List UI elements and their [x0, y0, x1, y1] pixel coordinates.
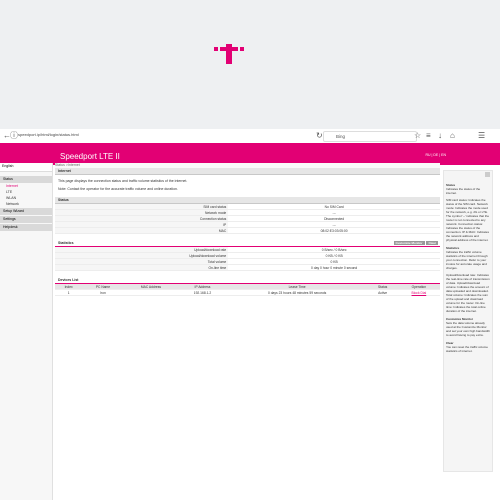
- desktop-background: [0, 0, 500, 129]
- main-content: Internet This page displays the connecti…: [55, 168, 440, 296]
- device-pc-name: Iron: [82, 289, 124, 296]
- address-bar[interactable]: speedport.ip/html/login/status.html: [18, 132, 79, 137]
- device-status: Active: [367, 289, 398, 296]
- language-links[interactable]: RU | DE | EN: [426, 153, 447, 157]
- table-row: MAC 08:02:E3:03:05:00: [55, 227, 440, 234]
- row-label: MAC: [55, 227, 229, 234]
- search-input[interactable]: Bing: [323, 131, 417, 142]
- help-text: Indicates the status of the internet.: [446, 187, 481, 195]
- statistics-section-title: Statistics Customize Monitor Clear: [55, 240, 440, 247]
- help-panel: Status Indicates the status of the inter…: [443, 170, 493, 472]
- sidebar-item-setup-wizard[interactable]: Setup Wizard: [0, 208, 52, 215]
- clear-button[interactable]: Clear: [426, 241, 438, 245]
- sidebar-item-helpdesk[interactable]: Helpdesk: [0, 224, 52, 231]
- help-text: SIM card status: Indicates the status of…: [446, 198, 489, 242]
- help-text: Upload/download rate: Indicates the real…: [446, 273, 490, 313]
- reload-icon[interactable]: ↻: [316, 131, 323, 141]
- table-row: On-line time 0 day 0 hour 0 minute 0 seco…: [55, 264, 440, 271]
- browser-toolbar: ← ⓘ speedport.ip/html/login/status.html …: [0, 129, 500, 144]
- device-mac: [123, 289, 179, 296]
- reading-list-icon[interactable]: ≡: [426, 131, 431, 141]
- sidebar-item-settings[interactable]: Settings: [0, 216, 52, 223]
- statistics-title: Statistics: [58, 241, 74, 245]
- language-select[interactable]: English: [0, 163, 52, 172]
- devices-table: Index PC Name MAC Address IP Address Lea…: [55, 284, 440, 296]
- note-text: Note: Contact the operator for the accur…: [58, 187, 178, 191]
- telekom-logo: [214, 44, 244, 64]
- customize-monitor-button[interactable]: Customize Monitor: [393, 241, 425, 245]
- sidebar-item-status[interactable]: Status: [0, 176, 52, 183]
- devices-section-title: Devices List: [55, 277, 440, 284]
- device-lease: 0 days 23 hours 48 minutes 59 seconds: [226, 289, 368, 296]
- brand-title: Speedport LTE II: [60, 152, 120, 161]
- sidebar-item-network[interactable]: Network: [0, 201, 52, 207]
- device-index: 1: [55, 289, 83, 296]
- site-header: Speedport LTE II RU | DE | EN: [0, 143, 500, 165]
- help-text: Indicates the traffic volume statistics …: [446, 250, 488, 270]
- help-icon[interactable]: [485, 172, 490, 177]
- row-value: 08:02:E3:03:05:00: [228, 227, 440, 234]
- block-dial-link[interactable]: Block Dial: [412, 291, 427, 295]
- home-icon[interactable]: ⌂: [450, 131, 455, 141]
- row-label: On-line time: [55, 264, 229, 271]
- help-text: You can reset the traffic volume statist…: [446, 345, 488, 353]
- menu-icon[interactable]: ☰: [478, 131, 485, 141]
- table-row: 1 Iron 192.168.1.2 0 days 23 hours 48 mi…: [55, 289, 440, 296]
- device-ip: 192.168.1.2: [178, 289, 227, 296]
- row-value: 0 day 0 hour 0 minute 0 second: [228, 264, 440, 271]
- sidebar: English Status Internet LTE WLAN Network…: [0, 163, 53, 500]
- page-title: Internet: [55, 168, 440, 175]
- statistics-table: Upload/download rate 0 B/sec / 0 B/sec Up…: [55, 247, 440, 271]
- info-icon[interactable]: ⓘ: [10, 131, 18, 141]
- download-icon[interactable]: ↓: [438, 131, 442, 141]
- star-icon[interactable]: ☆: [414, 131, 421, 141]
- intro-text: This page displays the connection status…: [58, 179, 188, 183]
- help-text: Sets the data volume already used at the…: [446, 321, 490, 337]
- status-table: SIM card status No SIM Card Network mode -…: [55, 204, 440, 234]
- status-section-title: Status: [55, 197, 440, 204]
